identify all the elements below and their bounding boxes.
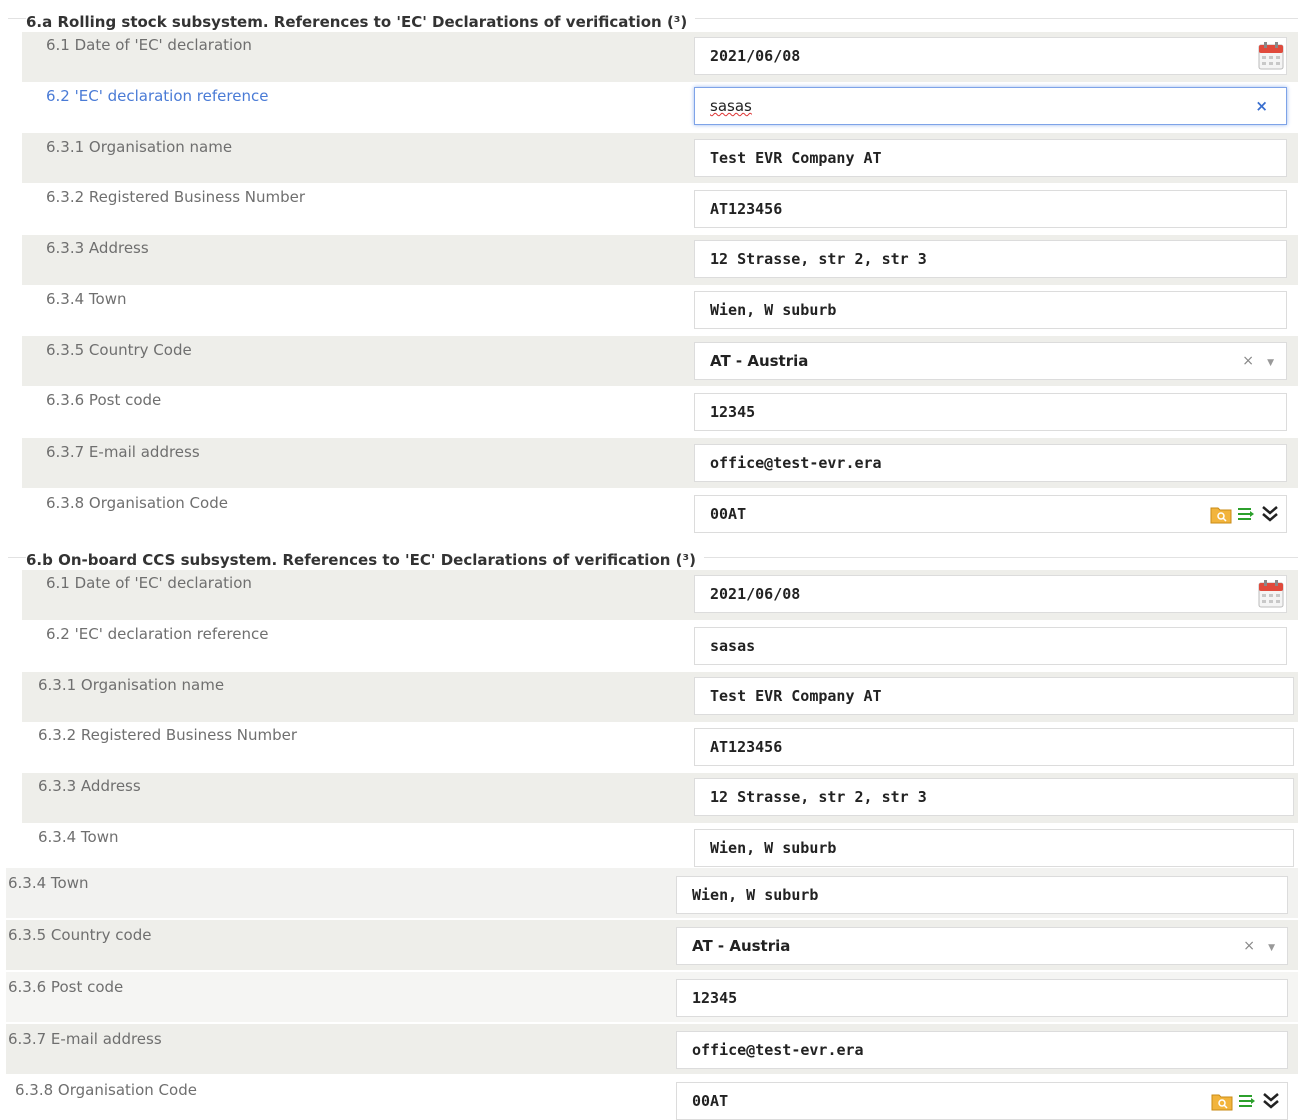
input-6a-town[interactable]: Wien, W suburb (694, 291, 1287, 329)
select-lower-country[interactable]: AT - Austria × ▼ (676, 927, 1288, 965)
input-6b-date[interactable]: 2021/06/08 (694, 575, 1287, 613)
label-6b-date: 6.1 Date of 'EC' declaration (46, 574, 252, 592)
section-6a-legend: 6.a Rolling stock subsystem. References … (26, 13, 696, 31)
label-6a-reg-number: 6.3.2 Registered Business Number (46, 188, 306, 206)
label-lower-post-code: 6.3.6 Post code (8, 978, 124, 996)
clear-icon[interactable]: × (1242, 343, 1254, 379)
label-6b-org-name: 6.3.1 Organisation name (38, 676, 225, 694)
input-6a-email[interactable]: office@test-evr.era (694, 444, 1287, 482)
label-lower-country: 6.3.5 Country code (8, 926, 152, 944)
double-chevron-down-icon[interactable] (1260, 504, 1280, 524)
label-6a-org-code: 6.3.8 Organisation Code (46, 494, 228, 512)
input-6a-post-code[interactable]: 12345 (694, 393, 1287, 431)
input-6b-reference[interactable]: sasas (694, 627, 1287, 665)
input-lower-post-code[interactable]: 12345 (676, 979, 1288, 1017)
value-lower-org-code: 00AT (692, 1092, 729, 1110)
select-6a-country[interactable]: AT - Austria × ▼ (694, 342, 1287, 380)
label-lower-org-code: 6.3.8 Organisation Code (15, 1081, 197, 1099)
label-lower-town: 6.3.4 Town (8, 874, 89, 892)
value-lower-country: AT - Austria (692, 937, 791, 955)
input-lower-town[interactable]: Wien, W suburb (676, 876, 1288, 914)
label-6a-address: 6.3.3 Address (46, 239, 149, 257)
label-6a-post-code: 6.3.6 Post code (46, 391, 162, 409)
input-6a-address[interactable]: 12 Strasse, str 2, str 3 (694, 240, 1287, 278)
label-6a-country: 6.3.5 Country Code (46, 341, 192, 359)
input-6a-org-code[interactable]: 00AT (694, 495, 1287, 533)
value-6a-reference: sasas (710, 97, 752, 115)
label-6b-town: 6.3.4 Town (38, 828, 119, 846)
input-lower-email[interactable]: office@test-evr.era (676, 1031, 1288, 1069)
label-6a-town: 6.3.4 Town (46, 290, 127, 308)
label-6a-org-name: 6.3.1 Organisation name (46, 138, 233, 156)
value-6a-org-code: 00AT (710, 505, 747, 523)
double-chevron-down-icon[interactable] (1261, 1091, 1281, 1111)
input-6a-org-name[interactable]: Test EVR Company AT (694, 139, 1287, 177)
value-6a-date: 2021/06/08 (710, 47, 801, 65)
folder-search-icon[interactable] (1211, 1091, 1233, 1111)
calendar-icon[interactable] (1258, 42, 1284, 70)
clear-icon[interactable]: × (1243, 928, 1255, 964)
input-6b-address[interactable]: 12 Strasse, str 2, str 3 (694, 778, 1294, 816)
input-6b-reg-number[interactable]: AT123456 (694, 728, 1294, 766)
calendar-icon[interactable] (1258, 580, 1284, 608)
chevron-down-icon[interactable]: ▼ (1267, 345, 1274, 381)
label-6b-address: 6.3.3 Address (38, 777, 141, 795)
input-6a-reference[interactable]: sasas × (694, 87, 1287, 125)
list-icon[interactable] (1237, 504, 1255, 524)
label-6b-reference: 6.2 'EC' declaration reference (46, 625, 269, 643)
label-lower-email: 6.3.7 E-mail address (8, 1030, 162, 1048)
folder-search-icon[interactable] (1210, 504, 1232, 524)
input-6a-date[interactable]: 2021/06/08 (694, 37, 1287, 75)
input-lower-org-code[interactable]: 00AT (676, 1082, 1288, 1120)
label-6a-date: 6.1 Date of 'EC' declaration (46, 36, 252, 54)
label-6a-reference: 6.2 'EC' declaration reference (46, 87, 269, 105)
value-6b-date: 2021/06/08 (710, 585, 801, 603)
input-6b-town[interactable]: Wien, W suburb (694, 829, 1294, 867)
input-6b-org-name[interactable]: Test EVR Company AT (694, 677, 1294, 715)
chevron-down-icon[interactable]: ▼ (1268, 930, 1275, 966)
section-6b-legend: 6.b On-board CCS subsystem. References t… (26, 551, 704, 569)
value-6a-country: AT - Austria (710, 352, 809, 370)
clear-icon[interactable]: × (1255, 88, 1268, 124)
label-6b-reg-number: 6.3.2 Registered Business Number (38, 726, 298, 744)
label-6a-email: 6.3.7 E-mail address (46, 443, 200, 461)
list-icon[interactable] (1238, 1091, 1256, 1111)
input-6a-reg-number[interactable]: AT123456 (694, 190, 1287, 228)
